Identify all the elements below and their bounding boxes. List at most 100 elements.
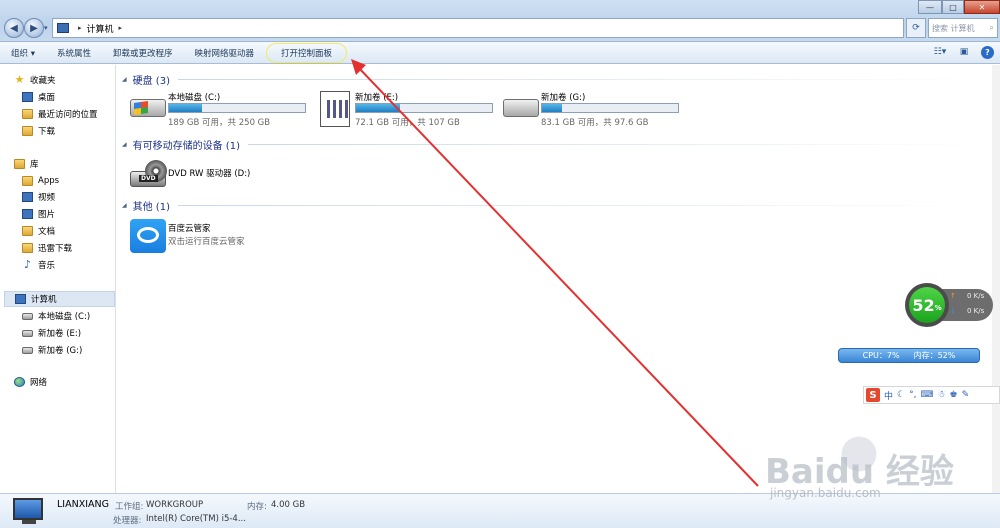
sidebar-item-label: 收藏夹 [30, 76, 56, 86]
uninstall-program-button[interactable]: 卸载或更改程序 [102, 47, 184, 59]
sidebar-computer[interactable]: 计算机 [4, 291, 115, 307]
pictures-icon [22, 209, 33, 219]
download-rate: 0 K/s [967, 307, 985, 315]
sidebar-network[interactable]: 网络 [14, 374, 114, 390]
address-bar[interactable]: ▸ 计算机 ▸ [52, 18, 904, 38]
back-button[interactable]: ◀ [4, 18, 24, 38]
forward-button[interactable]: ▶ [24, 18, 44, 38]
sidebar-item-drive-c[interactable]: 本地磁盘 (C:) [22, 308, 114, 324]
chevron-right-icon[interactable]: ▸ [78, 24, 82, 32]
folder-icon [22, 176, 33, 186]
maximize-icon: □ [949, 2, 957, 12]
sidebar-item-music[interactable]: ♪ 音乐 [22, 257, 114, 273]
windows-drive-icon [130, 99, 166, 117]
user-icon[interactable]: ☃ [937, 390, 945, 400]
settings-wrench-icon[interactable]: ✎ [962, 390, 970, 400]
drive-name: 新加卷 (E:) [355, 93, 399, 103]
open-control-panel-button[interactable]: 打开控制面板 [266, 42, 348, 63]
music-icon: ♪ [23, 258, 32, 271]
sidebar-item-label: 新加卷 (G:) [38, 346, 83, 356]
sidebar-favorites[interactable]: ★ 收藏夹 [14, 72, 114, 88]
group-header-removable[interactable]: ◢ 有可移动存储的设备 (1) [122, 137, 982, 152]
usage-fill [169, 104, 203, 112]
cpu-value: Intel(R) Core(TM) i5-4... [146, 514, 246, 524]
sidebar-item-label: 计算机 [31, 295, 57, 305]
sidebar-item-pictures[interactable]: 图片 [22, 206, 114, 222]
moon-icon[interactable]: ☾ [897, 390, 905, 400]
usage-fill [356, 104, 401, 112]
group-header-hdd[interactable]: ◢ 硬盘 (3) [122, 72, 982, 87]
chevron-right-icon[interactable]: ▸ [119, 24, 123, 32]
usage-bar [541, 103, 679, 113]
sidebar-item-documents[interactable]: 文档 [22, 223, 114, 239]
sidebar-item-apps[interactable]: Apps [22, 173, 114, 189]
cpu-label: 处理器: [113, 516, 142, 526]
computer-icon [15, 294, 26, 304]
app-name: 百度云管家 [168, 224, 211, 234]
drive-name: 新加卷 (G:) [541, 93, 586, 103]
refresh-button[interactable]: ⟳ [906, 18, 926, 38]
baidu-cloud-tile[interactable]: 百度云管家 双击运行百度云管家 [130, 219, 310, 259]
breadcrumb-computer[interactable]: 计算机 [87, 22, 114, 35]
group-title: 硬盘 (3) [132, 76, 170, 87]
system-properties-button[interactable]: 系统属性 [46, 47, 102, 59]
keyboard-icon[interactable]: ⌨ [920, 390, 933, 400]
network-speed-widget[interactable]: 52% ↑ 0 K/s ↓ 0 K/s [905, 283, 993, 327]
minimize-button[interactable]: — [918, 0, 942, 14]
sogou-logo-icon[interactable]: S [866, 388, 880, 402]
preview-pane-icon[interactable]: ▣ [957, 45, 971, 59]
workgroup-value: WORKGROUP [146, 500, 204, 510]
sidebar-item-label: 视频 [38, 193, 56, 203]
workgroup-label: 工作组: [115, 502, 144, 512]
group-header-other[interactable]: ◢ 其他 (1) [122, 198, 982, 213]
sidebar-item-videos[interactable]: 视频 [22, 189, 114, 205]
drive-name: 本地磁盘 (C:) [168, 93, 221, 103]
navigation-pane: ★ 收藏夹 桌面 最近访问的位置 下载 库 Apps 视频 图片 文档 迅雷下载 … [0, 65, 116, 493]
sidebar-item-label: 桌面 [38, 93, 56, 103]
sidebar-item-drive-e[interactable]: 新加卷 (E:) [22, 325, 114, 341]
upload-rate: 0 K/s [967, 292, 985, 300]
usage-bar [355, 103, 493, 113]
sidebar-item-recent[interactable]: 最近访问的位置 [22, 106, 114, 122]
dvd-drive-tile[interactable]: DVD DVD RW 驱动器 (D:) [130, 157, 310, 197]
sidebar-libraries[interactable]: 库 [14, 156, 114, 172]
skin-icon[interactable]: ♚ [950, 390, 958, 400]
minimize-icon: — [926, 2, 934, 12]
history-dropdown-icon[interactable]: ▾ [44, 24, 48, 32]
computer-monitor-icon [13, 498, 43, 520]
sidebar-item-xunlei[interactable]: 迅雷下载 [22, 240, 114, 256]
collapse-triangle-icon[interactable]: ◢ [122, 141, 127, 148]
collapse-triangle-icon[interactable]: ◢ [122, 76, 127, 83]
collapse-triangle-icon[interactable]: ◢ [122, 202, 127, 209]
desktop-icon [22, 92, 33, 102]
drive-free-space: 72.1 GB 可用，共 107 GB [355, 118, 460, 128]
sidebar-item-downloads[interactable]: 下载 [22, 123, 114, 139]
punctuation-icon[interactable]: °, [909, 390, 916, 400]
drive-tile-e[interactable]: 新加卷 (E:) 72.1 GB 可用，共 107 GB [317, 91, 497, 131]
sidebar-item-label: 库 [30, 160, 39, 170]
drive-tile-c[interactable]: 本地磁盘 (C:) 189 GB 可用，共 250 GB [130, 91, 310, 131]
sidebar-item-label: 新加卷 (E:) [38, 329, 82, 339]
search-icon: ⌕ [989, 23, 994, 32]
sidebar-item-label: 图片 [38, 210, 56, 220]
sidebar-item-label: 音乐 [38, 261, 56, 271]
sidebar-item-label: 迅雷下载 [38, 244, 73, 254]
close-button[interactable]: ✕ [964, 0, 1000, 14]
percent-sign: % [934, 303, 942, 312]
map-network-drive-button[interactable]: 映射网络驱动器 [184, 47, 266, 59]
title-bar: ◀ ▶ ▾ ▸ 计算机 ▸ ⟳ 搜索 计算机 ⌕ — □ ✕ [0, 0, 1000, 42]
drive-tile-g[interactable]: 新加卷 (G:) 83.1 GB 可用，共 97.6 GB [503, 91, 683, 131]
cpu-memory-bar[interactable]: CPU：7% 内存：52% [838, 348, 980, 363]
view-options-icon[interactable]: ☷▾ [933, 45, 947, 59]
sogou-ime-toolbar[interactable]: S 中 ☾ °, ⌨ ☃ ♚ ✎ [863, 386, 1000, 404]
ime-language-toggle[interactable]: 中 [884, 389, 893, 402]
maximize-button[interactable]: □ [942, 0, 964, 14]
documents-icon [22, 226, 33, 236]
hard-drive-icon [22, 329, 33, 337]
organize-menu[interactable]: 组织 ▾ [0, 47, 46, 59]
sidebar-item-drive-g[interactable]: 新加卷 (G:) [22, 342, 114, 358]
sidebar-item-desktop[interactable]: 桌面 [22, 89, 114, 105]
library-icon [14, 159, 25, 169]
help-icon[interactable]: ? [981, 45, 994, 59]
search-input[interactable]: 搜索 计算机 ⌕ [928, 18, 998, 38]
